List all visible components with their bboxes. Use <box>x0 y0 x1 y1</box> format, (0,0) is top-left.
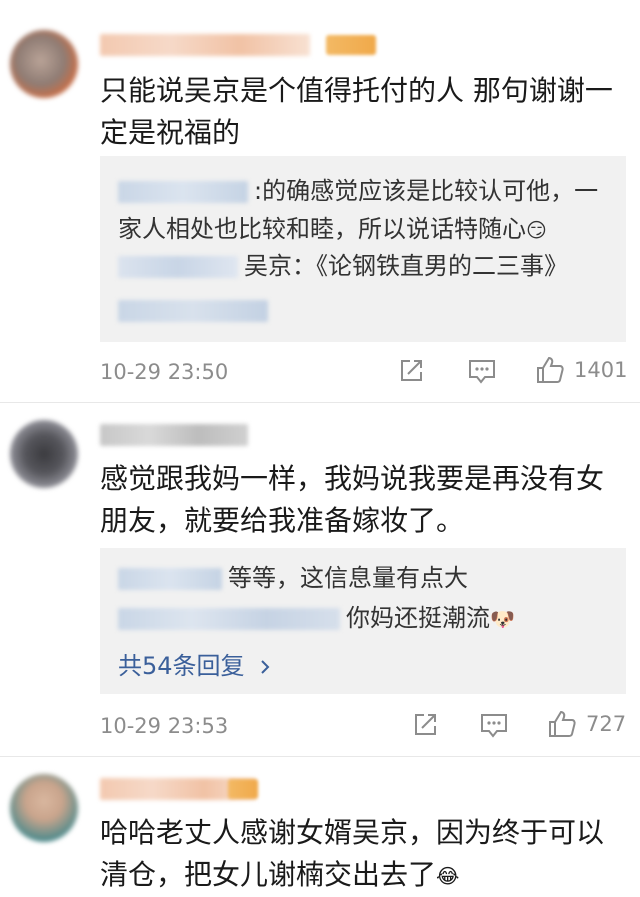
grin-emoji: 😏 <box>526 218 547 242</box>
repost-icon <box>415 714 436 735</box>
username-blurred[interactable] <box>100 34 310 56</box>
reply-box[interactable]: 等等，这信息量有点大 你妈还挺潮流🐶 共54条回复 <box>100 548 626 694</box>
user-badge <box>326 35 376 55</box>
laugh-cry-emoji: 😂 <box>436 864 460 888</box>
chevron-right-icon <box>261 660 270 674</box>
like-icon <box>537 356 564 383</box>
reply-box[interactable]: :的确感觉应该是比较认可他，一家人相处也比较和睦，所以说话特随心😏 吴京：《论钢… <box>100 156 626 342</box>
like-icon <box>549 710 576 737</box>
repost-button[interactable] <box>396 356 426 386</box>
avatar[interactable] <box>10 420 78 488</box>
reply-item[interactable]: 等等，这信息量有点大 <box>118 560 612 596</box>
reply-text: 你妈还挺潮流 <box>346 604 490 632</box>
reply-text: 等等，这信息量有点大 <box>228 564 468 592</box>
reply-item[interactable]: :的确感觉应该是比较认可他，一家人相处也比较和睦，所以说话特随心😏 <box>118 172 612 249</box>
comment-text: 只能说吴京是个值得托付的人 那句谢谢一定是祝福的 <box>100 74 613 149</box>
divider <box>0 402 640 403</box>
doge-emoji: 🐶 <box>490 607 515 631</box>
more-replies-link[interactable]: 共54条回复 <box>118 646 272 681</box>
reply-username-blurred[interactable] <box>118 256 238 278</box>
comment-icon <box>469 360 495 384</box>
comment-icon <box>481 714 507 738</box>
avatar[interactable] <box>10 774 78 842</box>
avatar[interactable] <box>10 30 78 98</box>
like-count: 727 <box>586 712 627 736</box>
repost-button[interactable] <box>410 710 440 740</box>
reply-username-blurred[interactable] <box>118 181 248 203</box>
reply-username-blurred[interactable] <box>118 608 340 630</box>
reply-item[interactable]: 你妈还挺潮流🐶 <box>118 600 612 637</box>
username-blurred[interactable] <box>100 424 248 446</box>
like-button[interactable]: 1401 <box>534 354 627 386</box>
comment-button[interactable] <box>478 710 510 740</box>
comment-button[interactable] <box>466 356 498 386</box>
repost-icon <box>401 360 422 381</box>
reply-username-blurred[interactable] <box>118 300 268 322</box>
comment-text-content: 哈哈老丈人感谢女婿吴京，因为终于可以清仓，把女儿谢楠交出去了 <box>100 816 605 891</box>
reply-username-blurred[interactable] <box>118 568 222 590</box>
comment-text: 哈哈老丈人感谢女婿吴京，因为终于可以清仓，把女儿谢楠交出去了😂 <box>100 812 620 897</box>
reply-text: 吴京：《论钢铁直男的二三事》 <box>244 252 568 280</box>
comment-time: 10-29 23:50 <box>100 360 229 384</box>
divider <box>0 756 640 757</box>
comment-text: 感觉跟我妈一样，我妈说我要是再没有女朋友，就要给我准备嫁妆了。 <box>100 462 605 537</box>
reply-item[interactable]: 吴京：《论钢铁直男的二三事》 <box>118 248 612 284</box>
user-badge <box>228 779 258 799</box>
like-count: 1401 <box>574 358 628 382</box>
like-button[interactable]: 727 <box>546 708 626 740</box>
comment-time: 10-29 23:53 <box>100 714 229 738</box>
more-replies-label: 共54条回复 <box>118 652 245 680</box>
